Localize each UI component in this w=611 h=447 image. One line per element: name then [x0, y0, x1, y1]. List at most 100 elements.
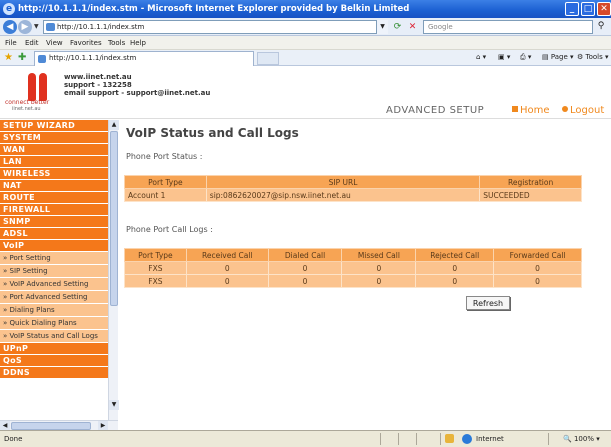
sidebar-item-snmp[interactable]: SNMP — [0, 216, 108, 228]
table-cell: sip:0862620027@sip.nsw.iinet.net.au — [205, 188, 481, 202]
close-button[interactable]: ✕ — [597, 2, 611, 16]
contact-website: www.iinet.net.au — [64, 73, 132, 81]
home-link-label: Home — [520, 105, 550, 116]
print-icon[interactable]: ⎙ ▾ — [520, 53, 531, 62]
sidebar-item-setup-wizard[interactable]: SETUP WIZARD — [0, 120, 108, 132]
menu-tools[interactable]: Tools — [108, 39, 125, 47]
forward-button[interactable]: ▶ — [18, 20, 32, 34]
table-cell: 0 — [341, 261, 417, 275]
status-divider — [440, 433, 441, 445]
contact-email: email support - support@iinet.net.au — [64, 89, 211, 97]
scroll-left-icon[interactable]: ◀ — [0, 421, 10, 430]
minimize-button[interactable]: _ — [565, 2, 579, 16]
call-logs-label: Phone Port Call Logs : — [126, 225, 213, 234]
page-title: VoIP Status and Call Logs — [126, 126, 299, 140]
address-input[interactable]: http://10.1.1.1/index.stm — [43, 20, 388, 34]
table-header: Received Call — [185, 248, 269, 262]
protected-mode-icon — [445, 434, 454, 443]
main-panel: VoIP Status and Call Logs Phone Port Sta… — [124, 120, 611, 420]
feeds-icon[interactable]: ▣ ▾ — [498, 53, 510, 61]
menu-bar: File Edit View Favorites Tools Help — [0, 36, 611, 50]
menu-help[interactable]: Help — [130, 39, 146, 47]
maximize-button[interactable]: □ — [581, 2, 595, 16]
status-divider — [398, 433, 399, 445]
sidebar-item-voip-status-and-call-logs[interactable]: » VoIP Status and Call Logs — [0, 330, 108, 343]
stop-icon[interactable]: ✕ — [406, 20, 419, 34]
sidebar-item-sip-setting[interactable]: » SIP Setting — [0, 265, 108, 278]
home-link[interactable]: Home — [512, 105, 550, 116]
refresh-icon[interactable]: ⟳ — [391, 20, 404, 34]
menu-view[interactable]: View — [46, 39, 63, 47]
sidebar-item-wan[interactable]: WAN — [0, 144, 108, 156]
status-divider — [416, 433, 417, 445]
table-header: Rejected Call — [415, 248, 495, 262]
sidebar-horizontal-scrollbar[interactable]: ◀ ▶ — [0, 420, 118, 430]
sidebar-item-qos[interactable]: QoS — [0, 355, 108, 367]
scroll-thumb[interactable] — [110, 131, 118, 306]
scroll-down-icon[interactable]: ▼ — [109, 400, 119, 410]
menu-favorites[interactable]: Favorites — [70, 39, 102, 47]
tab-current-page[interactable]: http://10.1.1.1/index.stm — [34, 51, 254, 66]
call-logs-table: Port Type Received Call Dialed Call Miss… — [124, 248, 582, 288]
favorites-star-icon[interactable]: ★ — [4, 52, 13, 63]
globe-icon — [462, 434, 472, 444]
internet-explorer-icon: e — [3, 3, 15, 15]
sidebar-item-lan[interactable]: LAN — [0, 156, 108, 168]
sidebar-item-voip[interactable]: VoIP — [0, 240, 108, 252]
search-icon[interactable]: ⚲ — [594, 20, 608, 34]
scroll-thumb-horizontal[interactable] — [11, 422, 91, 430]
sidebar-item-port-advanced-setting[interactable]: » Port Advanced Setting — [0, 291, 108, 304]
sidebar-item-system[interactable]: SYSTEM — [0, 132, 108, 144]
zoom-level[interactable]: 🔍 100% ▾ — [563, 435, 600, 443]
back-button[interactable]: ◀ — [3, 20, 17, 34]
tools-menu-button[interactable]: ⚙ Tools ▾ — [577, 53, 609, 61]
status-divider — [380, 433, 381, 445]
sidebar-item-voip-advanced-setting[interactable]: » VoIP Advanced Setting — [0, 278, 108, 291]
address-dropdown[interactable]: ▼ — [376, 20, 388, 34]
contact-info: www.iinet.net.au support - 132258 email … — [64, 73, 210, 97]
table-row: FXS 0 0 0 0 0 — [124, 261, 582, 275]
page-menu-label: Page — [550, 53, 568, 61]
sidebar-vertical-scrollbar[interactable]: ▲ ▼ — [108, 120, 119, 420]
search-input[interactable]: Google — [423, 20, 593, 34]
sidebar-item-ddns[interactable]: DDNS — [0, 367, 108, 379]
sidebar-item-wireless[interactable]: WIRELESS — [0, 168, 108, 180]
table-header: Port Type — [124, 175, 207, 189]
table-row: Account 1 sip:0862620027@sip.nsw.iinet.n… — [124, 188, 582, 202]
sidebar-item-quick-dialing-plans[interactable]: » Quick Dialing Plans — [0, 317, 108, 330]
table-cell: 0 — [493, 274, 582, 288]
scroll-right-icon[interactable]: ▶ — [98, 421, 108, 430]
page-icon — [46, 23, 55, 31]
new-tab-button[interactable] — [257, 52, 279, 65]
sidebar-item-adsl[interactable]: ADSL — [0, 228, 108, 240]
sidebar-item-route[interactable]: ROUTE — [0, 192, 108, 204]
search-placeholder: Google — [428, 23, 453, 31]
sidebar-item-firewall[interactable]: FIREWALL — [0, 204, 108, 216]
page-menu-button[interactable]: ▤ Page ▾ — [542, 53, 574, 61]
table-header: SIP URL — [205, 175, 481, 189]
table-cell: 0 — [493, 261, 582, 275]
refresh-button[interactable]: Refresh — [466, 296, 510, 310]
table-cell: SUCCEEDED — [479, 188, 582, 202]
recent-pages-dropdown[interactable]: ▼ — [34, 23, 39, 30]
table-header: Port Type — [124, 248, 187, 262]
add-favorite-icon[interactable]: ✚ — [18, 52, 26, 63]
sidebar-item-upnp[interactable]: UPnP — [0, 343, 108, 355]
menu-edit[interactable]: Edit — [25, 39, 39, 47]
logout-link[interactable]: Logout — [562, 105, 604, 116]
advanced-setup-label: ADVANCED SETUP — [386, 105, 485, 116]
table-cell: FXS — [124, 274, 187, 288]
address-toolbar: ◀ ▶ ▼ http://10.1.1.1/index.stm ▼ ⟳ ✕ Go… — [0, 18, 611, 36]
scroll-up-icon[interactable]: ▲ — [109, 120, 119, 130]
table-cell: 0 — [267, 274, 343, 288]
sidebar-item-dialing-plans[interactable]: » Dialing Plans — [0, 304, 108, 317]
logo-url: iinet.net.au — [12, 106, 41, 112]
home-icon[interactable]: ⌂ ▾ — [476, 53, 486, 61]
table-cell: 0 — [341, 274, 417, 288]
table-cell: 0 — [415, 274, 495, 288]
menu-file[interactable]: File — [5, 39, 17, 47]
security-zone-text: Internet — [476, 435, 504, 443]
table-cell: FXS — [124, 261, 187, 275]
sidebar-item-port-setting[interactable]: » Port Setting — [0, 252, 108, 265]
sidebar-item-nat[interactable]: NAT — [0, 180, 108, 192]
